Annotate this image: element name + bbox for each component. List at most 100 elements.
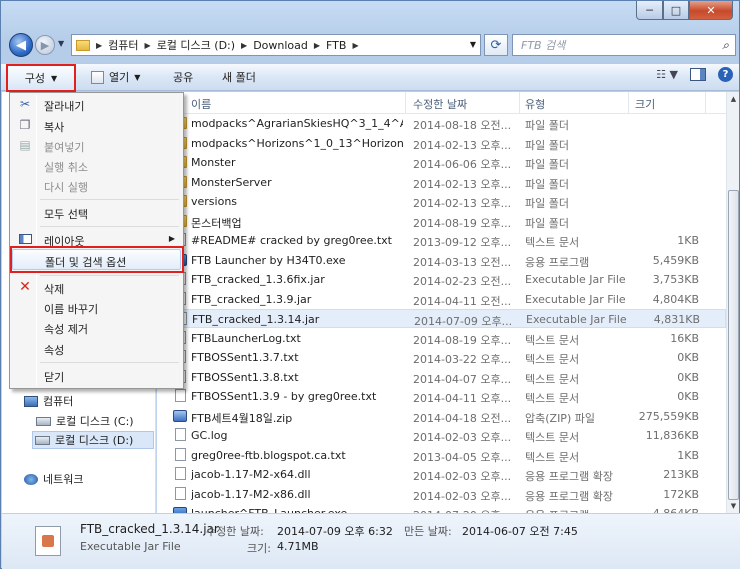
help-icon[interactable]: ?	[718, 67, 733, 82]
file-type: 텍스트 문서	[525, 431, 580, 444]
file-row[interactable]: FTBOSSent1.3.8.txt 2014-04-07 오후... 텍스트 문서…	[157, 368, 726, 387]
share-button[interactable]: 공유	[165, 66, 201, 88]
nav-disk-d[interactable]: 로컬 디스크 (D:)	[32, 431, 154, 449]
chevron-right-icon[interactable]: ▶	[352, 41, 358, 50]
chevron-right-icon[interactable]: ▶	[145, 41, 151, 50]
breadcrumb-download[interactable]: Download	[253, 39, 308, 52]
new-folder-button[interactable]: 새 폴더	[214, 66, 264, 88]
chevron-right-icon[interactable]: ▶	[314, 41, 320, 50]
file-row[interactable]: FTBLauncherLog.txt 2014-08-19 오후... 텍스트 문서…	[157, 329, 726, 348]
back-button[interactable]: ◀	[9, 33, 33, 57]
search-input[interactable]: FTB 검색 ⌕	[512, 34, 736, 56]
submenu-arrow-icon: ▶	[168, 234, 175, 243]
nav-network[interactable]: 네트워크	[24, 470, 83, 488]
file-row[interactable]: GC.log 2014-02-03 오후... 텍스트 문서 11,836KB	[157, 426, 726, 445]
scroll-up-icon[interactable]: ▲	[727, 92, 740, 106]
file-row[interactable]: FTB Launcher by H34T0.exe 2014-03-13 오전..…	[157, 251, 726, 270]
file-name: GC.log	[191, 429, 228, 442]
column-divider[interactable]	[519, 92, 520, 114]
nav-disk-c[interactable]: 로컬 디스크 (C:)	[36, 412, 134, 430]
breadcrumb-local-disk-d[interactable]: 로컬 디스크 (D:)	[157, 37, 235, 53]
file-row[interactable]: jacob-1.17-M2-x86.dll 2014-02-03 오후... 응용 …	[157, 485, 726, 504]
menu-properties[interactable]: 속성	[12, 338, 181, 359]
column-divider[interactable]	[405, 92, 406, 114]
file-row[interactable]: MonsterServer 2014-02-13 오후... 파일 폴더	[157, 173, 726, 192]
column-name[interactable]: 이름	[191, 96, 211, 112]
menu-remove-properties[interactable]: 속성 제거	[12, 317, 181, 338]
file-type: 파일 폴더	[525, 216, 569, 230]
menu-delete[interactable]: ✕ 삭제	[12, 277, 181, 298]
file-row[interactable]: modpacks^AgrarianSkiesHQ^3_1_4^Ag... 2014…	[157, 114, 726, 133]
file-row[interactable]: FTBOSSent1.3.9 - by greg0ree.txt 2014-04-…	[157, 387, 726, 406]
jar-file-icon	[35, 526, 61, 556]
file-date: 2014-02-03 오후...	[413, 489, 512, 503]
drive-icon	[36, 416, 51, 426]
open-button[interactable]: 열기 ▼	[83, 66, 148, 88]
address-dropdown-icon[interactable]: ▼	[470, 40, 476, 49]
menu-close[interactable]: 닫기	[12, 365, 181, 386]
file-type: 파일 폴더	[525, 158, 569, 171]
column-divider[interactable]	[628, 92, 629, 114]
column-type[interactable]: 유형	[525, 96, 545, 112]
breadcrumb-computer[interactable]: 컴퓨터	[108, 37, 138, 53]
file-row[interactable]: FTBOSSent1.3.7.txt 2014-03-22 오후... 텍스트 문서…	[157, 348, 726, 367]
nav-network-label: 네트워크	[43, 473, 84, 486]
file-row[interactable]: FTB세트4월18일.zip 2014-04-18 오전... 압축(ZIP) 파일…	[157, 407, 726, 426]
search-icon[interactable]: ⌕	[722, 38, 729, 53]
recent-pages-dropdown[interactable]: ▼	[58, 39, 64, 48]
maximize-button[interactable]: □	[663, 1, 689, 20]
file-row[interactable]: greg0ree-ftb.blogspot.ca.txt 2013-04-05 오…	[157, 446, 726, 465]
zip-icon	[173, 409, 187, 422]
highlight-annotation-box	[10, 246, 184, 273]
preview-pane-icon[interactable]	[690, 68, 706, 81]
file-row[interactable]: FTB_cracked_1.3.14.jar 2014-07-09 오후... Ex…	[157, 309, 726, 328]
column-date[interactable]: 수정한 날짜	[413, 96, 467, 112]
breadcrumb-ftb[interactable]: FTB	[326, 39, 346, 52]
file-size: 11,836KB	[645, 429, 699, 442]
copy-icon: ❐	[19, 118, 31, 132]
menu-cut[interactable]: ✂ 잘라내기	[12, 94, 181, 115]
file-row[interactable]: 몬스터백업 2014-08-19 오후... 파일 폴더	[157, 212, 726, 231]
menu-redo[interactable]: 다시 실행	[12, 175, 181, 196]
menu-cut-label: 잘라내기	[44, 100, 85, 113]
file-row[interactable]: launcher^FTB_Launcher.exe2014-07-20 오후..…	[157, 504, 726, 513]
menu-select-all[interactable]: 모두 선택	[12, 202, 181, 223]
details-pane: FTB_cracked_1.3.14.jar Executable Jar Fi…	[2, 513, 740, 569]
file-name: #README# cracked by greg0ree.txt	[191, 234, 392, 247]
file-date: 2014-02-03 오후...	[413, 431, 512, 444]
details-modified-label: 수정한 날짜:	[206, 525, 264, 538]
refresh-button[interactable]: ⟳	[484, 34, 508, 56]
command-bar: 구성 ▼ 열기 ▼ 공유 새 폴더 ☷ ▼ ?	[1, 63, 739, 92]
file-type: 텍스트 문서	[525, 450, 580, 464]
view-options-icon[interactable]: ☷ ▼	[656, 68, 678, 81]
chevron-right-icon[interactable]: ▶	[96, 41, 102, 50]
file-row[interactable]: modpacks^Horizons^1_0_13^Horizons... 2014…	[157, 134, 726, 153]
file-type: 텍스트 문서	[525, 353, 580, 366]
address-bar[interactable]: ▶ 컴퓨터 ▶ 로컬 디스크 (D:) ▶ Download ▶ FTB ▶ ▼	[71, 34, 481, 56]
scroll-down-icon[interactable]: ▼	[727, 499, 740, 513]
vertical-scrollbar[interactable]: ▲ ▼	[726, 92, 739, 513]
menu-paste[interactable]: ▤ 붙여넣기	[12, 135, 181, 156]
chevron-right-icon[interactable]: ▶	[241, 41, 247, 50]
menu-rename[interactable]: 이름 바꾸기	[12, 297, 181, 318]
organize-button[interactable]: 구성 ▼	[6, 64, 76, 92]
toolbar-right: ☷ ▼ ?	[656, 67, 733, 82]
minimize-button[interactable]: ─	[636, 1, 663, 20]
scroll-thumb[interactable]	[728, 190, 739, 500]
column-size[interactable]: 크기	[635, 96, 655, 112]
forward-button[interactable]: ▶	[35, 35, 55, 55]
details-created-label: 만든 날짜:	[404, 525, 452, 538]
menu-undo[interactable]: 실행 취소	[12, 155, 181, 176]
file-date: 2013-04-05 오후...	[413, 450, 512, 464]
nav-computer[interactable]: 컴퓨터	[24, 392, 73, 410]
file-row[interactable]: versions 2014-02-13 오후... 파일 폴더	[157, 192, 726, 211]
file-row[interactable]: jacob-1.17-M2-x64.dll 2014-02-03 오후... 응용 …	[157, 465, 726, 484]
file-row[interactable]: #README# cracked by greg0ree.txt 2013-09-…	[157, 231, 726, 250]
column-divider[interactable]	[705, 92, 706, 114]
file-row[interactable]: Monster 2014-06-06 오후... 파일 폴더	[157, 153, 726, 172]
menu-copy[interactable]: ❐ 복사	[12, 115, 181, 136]
file-date: 2014-02-13 오후...	[413, 197, 512, 210]
close-window-button[interactable]: ✕	[689, 1, 733, 20]
file-row[interactable]: FTB_cracked_1.3.9.jar 2014-04-11 오전... Exe…	[157, 290, 726, 309]
file-row[interactable]: FTB_cracked_1.3.6fix.jar 2014-02-23 오전...…	[157, 270, 726, 289]
